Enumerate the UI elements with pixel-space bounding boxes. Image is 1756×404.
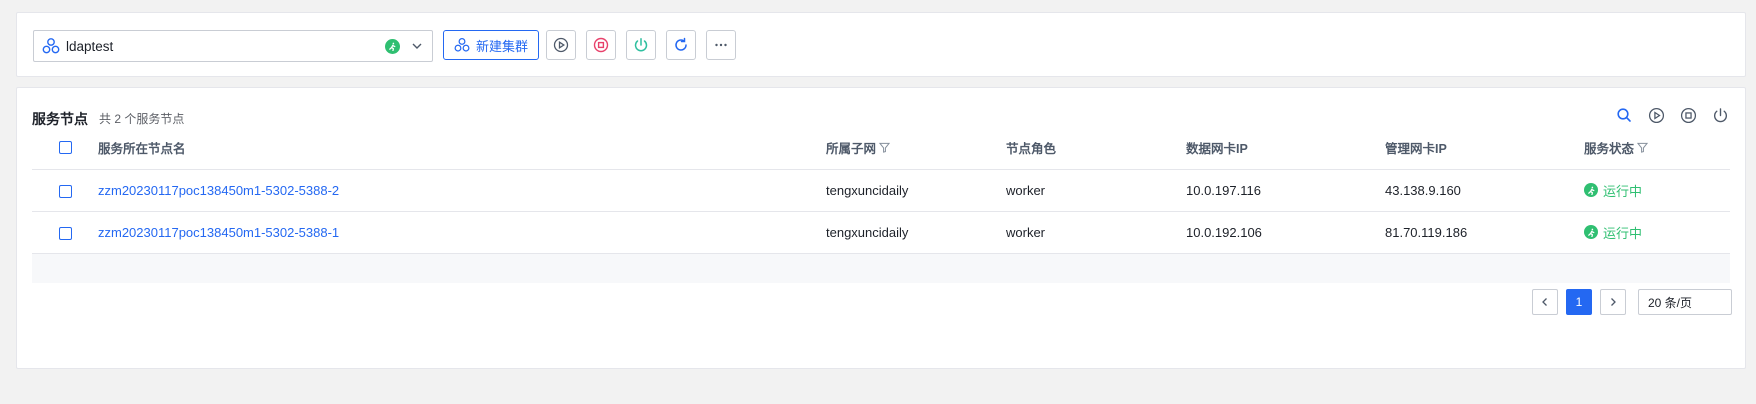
more-actions-button[interactable] [706,30,736,60]
search-icon[interactable] [1615,106,1633,124]
new-cluster-label: 新建集群 [476,38,529,54]
mgmt-ip-cell: 81.70.119.186 [1385,211,1584,254]
start-cluster-button[interactable] [546,30,576,60]
status-text: 运行中 [1603,225,1643,241]
stop-cluster-button[interactable] [586,30,616,60]
cluster-toolbar: ldaptest 新建集群 [16,12,1746,77]
role-cell: worker [1006,169,1186,212]
role-cell: worker [1006,211,1186,254]
filter-icon[interactable] [879,142,891,153]
chevron-right-icon [1611,298,1616,306]
running-status-icon [1584,183,1598,197]
cluster-icon [42,37,60,55]
column-header: 服务状态 [1584,141,1635,156]
status-text: 运行中 [1603,183,1643,199]
power-icon [633,37,649,53]
data-ip-cell: 10.0.197.116 [1186,169,1385,212]
page-button-current[interactable]: 1 [1566,289,1592,315]
cluster-select[interactable]: ldaptest [33,30,433,62]
stop-icon[interactable] [1679,106,1697,124]
page-size-select[interactable]: 20 条/页 [1638,289,1732,315]
table-header-row: 服务所在节点名 所属子网 节点角色 数据网卡IP 管理网卡IP 服务状态 [32,126,1730,170]
data-ip-cell: 10.0.192.106 [1186,211,1385,254]
next-page-button[interactable] [1600,289,1626,315]
table-row: zzm20230117poc138450m1-5302-5388-1 tengx… [32,211,1730,254]
column-header: 所属子网 [826,141,877,156]
panel-actions [1615,106,1729,124]
stop-icon [593,37,609,53]
play-icon [553,37,569,53]
node-name-link[interactable]: zzm20230117poc138450m1-5302-5388-2 [98,183,339,198]
refresh-icon [673,37,689,53]
play-icon[interactable] [1647,106,1665,124]
status-badge: 运行中 [1584,181,1642,200]
mgmt-ip-cell: 43.138.9.160 [1385,169,1584,212]
row-checkbox[interactable] [58,184,72,198]
cluster-icon [454,37,470,53]
chevron-left-icon [1542,298,1547,306]
chevron-down-icon[interactable] [410,39,424,53]
pagination: 1 20 条/页 [1532,289,1732,315]
running-status-icon [385,38,400,54]
row-checkbox[interactable] [58,226,72,240]
node-count: 共 2 个服务节点 [99,112,185,126]
power-cluster-button[interactable] [626,30,656,60]
table-row: zzm20230117poc138450m1-5302-5388-2 tengx… [32,169,1730,212]
refresh-button[interactable] [666,30,696,60]
nodes-table: 服务所在节点名 所属子网 节点角色 数据网卡IP 管理网卡IP 服务状态 zzm… [32,126,1730,283]
prev-page-button[interactable] [1532,289,1558,315]
column-header: 服务所在节点名 [98,126,826,170]
power-icon[interactable] [1711,106,1729,124]
table-footer-spacer [32,253,1730,283]
cluster-name: ldaptest [66,38,114,54]
more-icon [713,37,729,53]
running-status-icon [1584,225,1598,239]
service-nodes-panel: 服务节点 共 2 个服务节点 服务所在节点名 所属子网 节点角色 数据网卡IP … [16,87,1746,369]
column-header: 管理网卡IP [1385,126,1584,170]
new-cluster-button[interactable]: 新建集群 [443,30,540,60]
node-name-link[interactable]: zzm20230117poc138450m1-5302-5388-1 [98,225,339,240]
column-header: 节点角色 [1006,126,1186,170]
filter-icon[interactable] [1637,142,1649,153]
column-header: 数据网卡IP [1186,126,1385,170]
subnet-cell: tengxuncidaily [826,211,1006,254]
status-badge: 运行中 [1584,223,1642,242]
select-all-checkbox[interactable] [58,141,72,155]
subnet-cell: tengxuncidaily [826,169,1006,212]
